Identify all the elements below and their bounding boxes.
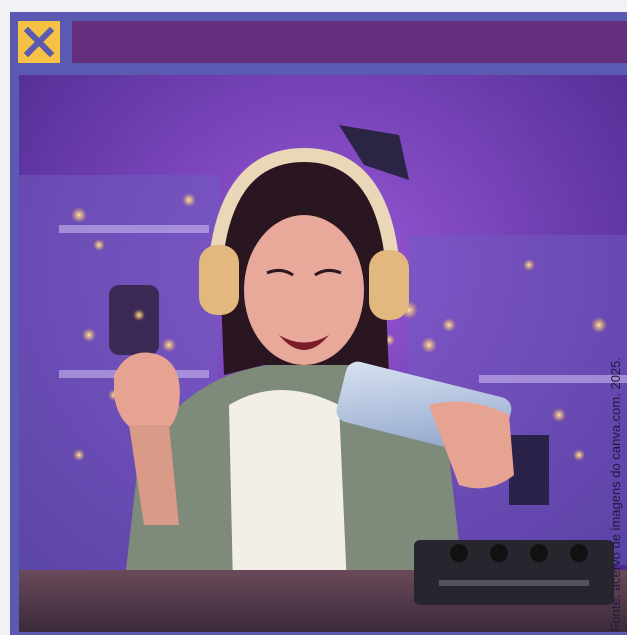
photo-viewport: Fonte: acervo de imagens do canva.com. 2… — [19, 75, 627, 632]
window-title — [72, 21, 627, 63]
caption-text: Fonte: acervo de imagens do canva.com. 2… — [607, 357, 623, 632]
close-button[interactable] — [18, 21, 60, 63]
image-window: Fonte: acervo de imagens do canva.com. 2… — [10, 12, 627, 635]
photo-caption: Fonte: acervo de imagens do canva.com. 2… — [603, 75, 627, 632]
window-titlebar — [10, 12, 627, 72]
gamer-photo — [19, 75, 627, 632]
close-x-icon — [24, 27, 54, 57]
